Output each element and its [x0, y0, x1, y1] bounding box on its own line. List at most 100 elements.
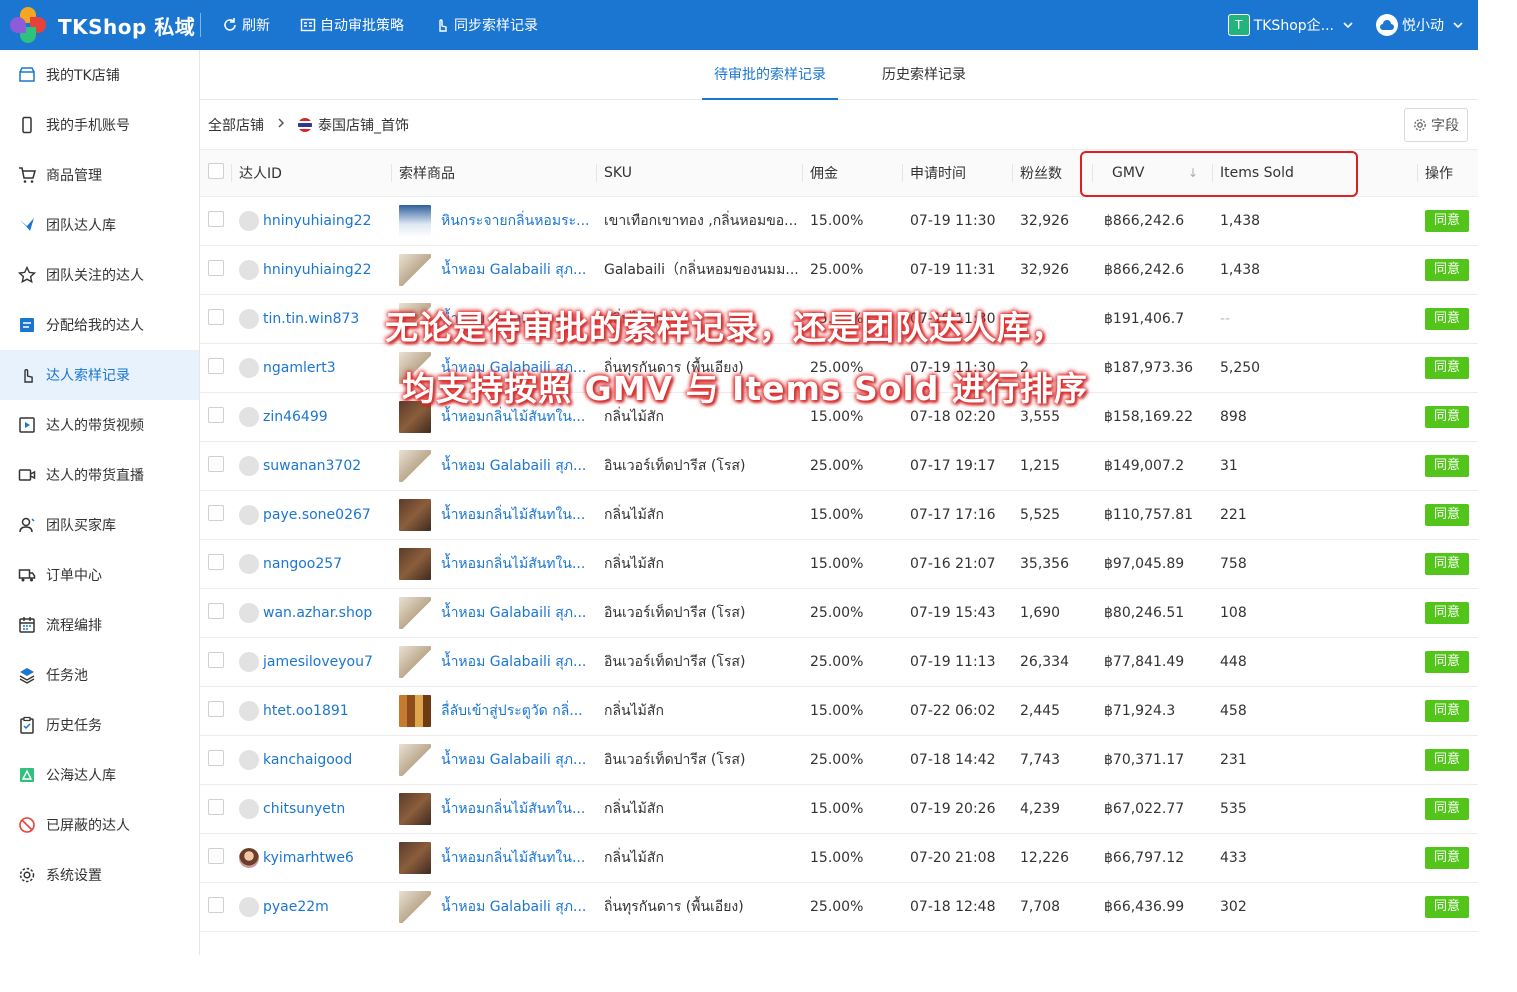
product-thumbnail[interactable]	[399, 498, 431, 531]
sidebar-item-4[interactable]: 团队关注的达人	[0, 250, 199, 300]
row-checkbox[interactable]	[208, 700, 224, 717]
tab-history-records[interactable]: 历史索样记录	[870, 49, 978, 99]
sidebar-item-13[interactable]: 历史任务	[0, 700, 199, 750]
agree-button[interactable]: 同意	[1425, 308, 1469, 330]
product-thumbnail[interactable]	[399, 841, 431, 874]
sidebar-item-12[interactable]: 任务池	[0, 650, 199, 700]
header-gmv[interactable]: GMV ↓	[1092, 150, 1212, 197]
sidebar-item-14[interactable]: 公海达人库	[0, 750, 199, 800]
creator-link[interactable]: kanchaigood	[263, 752, 352, 768]
product-link[interactable]: น้ำหอม Galabaili สุภ...	[441, 749, 586, 771]
row-checkbox[interactable]	[208, 504, 224, 521]
product-link[interactable]: น้ำหอมกลิ่นไม้สันทใน...	[441, 553, 585, 575]
product-thumbnail[interactable]	[399, 547, 431, 580]
product-thumbnail[interactable]	[399, 890, 431, 923]
creator-link[interactable]: htet.oo1891	[263, 703, 349, 719]
product-link[interactable]: น้ำหอมกลิ่นไม้สันทใน...	[441, 847, 585, 869]
agree-button[interactable]: 同意	[1425, 651, 1469, 673]
columns-button[interactable]: 字段	[1404, 108, 1468, 142]
table-row[interactable]: wan.azhar.shop น้ำหอม Galabaili สุภ... อิน…	[200, 588, 1496, 638]
sidebar-item-9[interactable]: 团队买家库	[0, 500, 199, 550]
user-menu[interactable]: 悦小动	[1376, 14, 1464, 36]
table-row[interactable]: hninyuhiaing22 หินกระจายกลิ่นหอมระ... เขาเ…	[200, 196, 1496, 246]
sidebar-item-5[interactable]: 分配给我的达人	[0, 300, 199, 350]
row-checkbox[interactable]	[208, 651, 224, 668]
product-link[interactable]: น้ำหอมกลิ่นไม้สันทใน...	[441, 798, 585, 820]
creator-link[interactable]: zin46499	[263, 409, 328, 425]
row-checkbox[interactable]	[208, 602, 224, 619]
creator-link[interactable]: hninyuhiaing22	[263, 262, 371, 278]
agree-button[interactable]: 同意	[1425, 455, 1469, 477]
product-link[interactable]: น้ำหอมกลิ่นไม้สันทใน...	[441, 406, 585, 428]
org-selector[interactable]: T TKShop企...	[1227, 14, 1354, 36]
table-row[interactable]: ngamlert3 น้ำหอม Galabaili สุภ... ถิ่นทุรก…	[200, 343, 1496, 393]
refresh-button[interactable]: 刷新	[207, 0, 285, 50]
product-thumbnail[interactable]	[399, 400, 431, 433]
agree-button[interactable]: 同意	[1425, 553, 1469, 575]
agree-button[interactable]: 同意	[1425, 357, 1469, 379]
product-thumbnail[interactable]	[399, 302, 431, 335]
product-link[interactable]: ลื่ลับเข้าสู่ประตูวัด กลิ่...	[441, 700, 583, 722]
table-row[interactable]: kanchaigood น้ำหอม Galabaili สุภ... อินเวอ…	[200, 735, 1496, 785]
auto-policy-button[interactable]: 自动审批策略	[285, 0, 419, 50]
creator-link[interactable]: tin.tin.win873	[263, 311, 359, 327]
agree-button[interactable]: 同意	[1425, 700, 1469, 722]
product-link[interactable]: น้ำหอม Galabaili สุภ...	[441, 308, 586, 330]
row-checkbox[interactable]	[208, 847, 224, 864]
sidebar-item-10[interactable]: 订单中心	[0, 550, 199, 600]
product-thumbnail[interactable]	[399, 596, 431, 629]
creator-link[interactable]: jamesiloveyou7	[263, 654, 373, 670]
product-link[interactable]: หินกระจายกลิ่นหอมระ...	[441, 210, 589, 232]
creator-link[interactable]: suwanan3702	[263, 458, 361, 474]
product-link[interactable]: น้ำหอม Galabaili สุภ...	[441, 259, 586, 281]
row-checkbox[interactable]	[208, 210, 224, 227]
agree-button[interactable]: 同意	[1425, 504, 1469, 526]
row-checkbox[interactable]	[208, 357, 224, 374]
agree-button[interactable]: 同意	[1425, 406, 1469, 428]
row-checkbox[interactable]	[208, 749, 224, 766]
table-row[interactable]: htet.oo1891 ลื่ลับเข้าสู่ประตูวัด กลิ่...…	[200, 686, 1496, 736]
row-checkbox[interactable]	[208, 455, 224, 472]
product-thumbnail[interactable]	[399, 351, 431, 384]
product-thumbnail[interactable]	[399, 645, 431, 678]
table-row[interactable]: chitsunyetn น้ำหอมกลิ่นไม้สันทใน... กลิ่นไ…	[200, 784, 1496, 834]
product-thumbnail[interactable]	[399, 792, 431, 825]
sidebar-item-11[interactable]: 流程编排	[0, 600, 199, 650]
row-checkbox[interactable]	[208, 259, 224, 276]
agree-button[interactable]: 同意	[1425, 259, 1469, 281]
creator-link[interactable]: paye.sone0267	[263, 507, 371, 523]
row-checkbox[interactable]	[208, 406, 224, 423]
creator-link[interactable]: nangoo257	[263, 556, 342, 572]
table-row[interactable]: pyae22m น้ำหอม Galabaili สุภ... ถิ่นทุรกัน…	[200, 882, 1496, 932]
product-thumbnail[interactable]	[399, 253, 431, 286]
sidebar-item-2[interactable]: 商品管理	[0, 150, 199, 200]
table-row[interactable]: kyimarhtwe6 น้ำหอมกลิ่นไม้สันทใน... กลิ่นไ…	[200, 833, 1496, 883]
table-row[interactable]: suwanan3702 น้ำหอม Galabaili สุภ... อินเวอ…	[200, 441, 1496, 491]
select-all-checkbox[interactable]	[208, 162, 224, 179]
creator-link[interactable]: kyimarhtwe6	[263, 850, 354, 866]
table-row[interactable]: nangoo257 น้ำหอมกลิ่นไม้สันทใน... กลิ่นไม้…	[200, 539, 1496, 589]
product-link[interactable]: น้ำหอม Galabaili สุภ...	[441, 357, 586, 379]
agree-button[interactable]: 同意	[1425, 749, 1469, 771]
row-checkbox[interactable]	[208, 553, 224, 570]
product-link[interactable]: น้ำหอม Galabaili สุภ...	[441, 455, 586, 477]
table-row[interactable]: zin46499 น้ำหอมกลิ่นไม้สันทใน... กลิ่นไม้ส…	[200, 392, 1496, 442]
agree-button[interactable]: 同意	[1425, 798, 1469, 820]
sync-records-button[interactable]: 同步索样记录	[419, 0, 553, 50]
agree-button[interactable]: 同意	[1425, 210, 1469, 232]
table-row[interactable]: hninyuhiaing22 น้ำหอม Galabaili สุภ... Gal…	[200, 245, 1496, 295]
sidebar-item-7[interactable]: 达人的带货视频	[0, 400, 199, 450]
table-row[interactable]: jamesiloveyou7 น้ำหอม Galabaili สุภ... อิน…	[200, 637, 1496, 687]
sidebar-item-15[interactable]: 已屏蔽的达人	[0, 800, 199, 850]
creator-link[interactable]: pyae22m	[263, 899, 329, 915]
sidebar-item-8[interactable]: 达人的带货直播	[0, 450, 199, 500]
creator-link[interactable]: ngamlert3	[263, 360, 336, 376]
row-checkbox[interactable]	[208, 896, 224, 913]
product-thumbnail[interactable]	[399, 743, 431, 776]
product-link[interactable]: น้ำหอม Galabaili สุภ...	[441, 651, 586, 673]
product-thumbnail[interactable]	[399, 694, 431, 727]
creator-link[interactable]: chitsunyetn	[263, 801, 345, 817]
agree-button[interactable]: 同意	[1425, 896, 1469, 918]
app-logo[interactable]: TKShop 私域	[0, 0, 200, 50]
tab-pending-records[interactable]: 待审批的索样记录	[702, 49, 838, 100]
